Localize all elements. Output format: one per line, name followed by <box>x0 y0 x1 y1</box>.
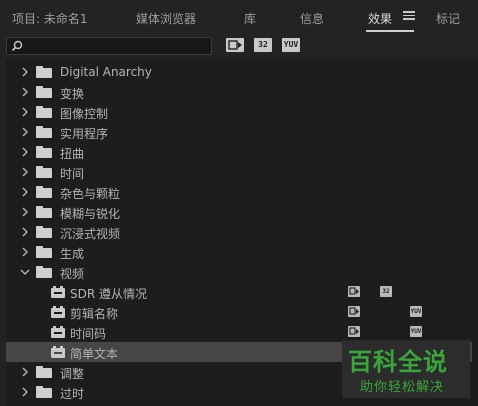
search-icon <box>11 40 23 52</box>
tree-folder-immersive-video[interactable]: 沉浸式视频 <box>6 222 478 242</box>
effect-icon <box>51 306 65 318</box>
yuv-effects-filter-icon[interactable]: YUV <box>282 38 300 52</box>
tab-media-browser[interactable]: 媒体浏览器 <box>136 10 196 27</box>
folder-label: 变换 <box>60 87 85 101</box>
folder-icon <box>36 146 52 158</box>
folder-label: 扭曲 <box>60 147 85 161</box>
folder-icon <box>36 186 52 198</box>
effect-icon <box>51 346 65 358</box>
folder-icon <box>36 66 52 78</box>
tree-folder-blur-sharpen[interactable]: 模糊与锐化 <box>6 202 478 222</box>
tab-effects[interactable]: 效果 <box>368 10 392 27</box>
tab-markers[interactable]: 标记 <box>436 10 460 27</box>
tree-effect-timecode[interactable]: 时间码 YUV <box>6 322 478 342</box>
chevron-right-icon[interactable] <box>20 107 30 117</box>
tree-folder-video[interactable]: 视频 <box>6 262 478 282</box>
chevron-right-icon[interactable] <box>20 207 30 217</box>
folder-label: 图像控制 <box>60 107 109 121</box>
tree-folder-image-control[interactable]: 图像控制 <box>6 102 478 122</box>
tree-folder-digital-anarchy[interactable]: Digital Anarchy <box>6 62 478 82</box>
yuv-badge-icon: YUV <box>410 326 422 337</box>
tab-libraries[interactable]: 库 <box>244 10 256 27</box>
chevron-right-icon[interactable] <box>20 227 30 237</box>
scrollbar[interactable] <box>472 60 478 406</box>
panel-menu-icon[interactable] <box>403 9 415 21</box>
watermark-subtitle: 助你轻松解决 <box>360 380 445 395</box>
32bit-effects-filter-icon[interactable]: 32 <box>254 38 272 52</box>
panel-tab-bar: 项目: 未命名1 媒体浏览器 库 信息 效果 标记 <box>0 0 478 34</box>
folder-label: 时间 <box>60 167 85 181</box>
tree-folder-transform[interactable]: 变换 <box>6 82 478 102</box>
tree-folder-generate[interactable]: 生成 <box>6 242 478 262</box>
tab-project[interactable]: 项目: 未命名1 <box>12 10 88 27</box>
active-tab-indicator <box>366 30 414 32</box>
32bit-badge-icon: 32 <box>380 286 392 297</box>
folder-label: 实用程序 <box>60 127 109 141</box>
accelerated-badge-icon <box>348 306 360 317</box>
chevron-right-icon[interactable] <box>20 67 30 77</box>
chevron-right-icon[interactable] <box>20 367 30 377</box>
tree-folder-distort[interactable]: 扭曲 <box>6 142 478 162</box>
folder-label: 杂色与颗粒 <box>60 187 121 201</box>
tree-effect-sdr-conform[interactable]: SDR 遵从情况 32 <box>6 282 478 302</box>
yuv-badge-icon: YUV <box>410 306 422 317</box>
tree-effect-clip-name[interactable]: 剪辑名称 YUV <box>6 302 478 322</box>
folder-icon <box>36 166 52 178</box>
folder-icon <box>36 86 52 98</box>
effect-label: 时间码 <box>70 327 107 341</box>
folder-icon <box>36 226 52 238</box>
chevron-right-icon[interactable] <box>20 187 30 197</box>
tab-info[interactable]: 信息 <box>300 10 324 27</box>
folder-label: 视频 <box>60 267 85 281</box>
search-input[interactable] <box>6 37 212 55</box>
folder-label: 调整 <box>60 367 85 381</box>
tree-folder-utility[interactable]: 实用程序 <box>6 122 478 142</box>
accelerated-effects-filter-icon[interactable] <box>226 38 244 52</box>
tree-folder-time[interactable]: 时间 <box>6 162 478 182</box>
accelerated-badge-icon <box>348 286 360 297</box>
accelerated-badge-icon <box>348 326 360 337</box>
tree-folder-noise-grain[interactable]: 杂色与颗粒 <box>6 182 478 202</box>
folder-icon <box>36 386 52 398</box>
chevron-down-icon[interactable] <box>20 267 30 277</box>
chevron-right-icon[interactable] <box>20 147 30 157</box>
effect-label: 剪辑名称 <box>70 307 119 321</box>
folder-label: 过时 <box>60 387 85 401</box>
folder-label: 模糊与锐化 <box>60 207 121 221</box>
folder-label: 生成 <box>60 247 85 261</box>
effect-icon <box>51 326 65 338</box>
watermark-title: 百科全说 <box>348 348 448 376</box>
chevron-right-icon[interactable] <box>20 127 30 137</box>
effect-label: SDR 遵从情况 <box>70 287 148 301</box>
folder-icon <box>36 366 52 378</box>
folder-icon <box>36 126 52 138</box>
folder-icon <box>36 246 52 258</box>
folder-label: 沉浸式视频 <box>60 227 121 241</box>
chevron-right-icon[interactable] <box>20 87 30 97</box>
folder-icon <box>36 106 52 118</box>
chevron-right-icon[interactable] <box>20 247 30 257</box>
chevron-right-icon[interactable] <box>20 167 30 177</box>
folder-icon <box>36 206 52 218</box>
watermark-logo: 百科全说 助你轻松解决 <box>342 340 470 398</box>
effect-label: 简单文本 <box>70 347 119 361</box>
folder-label: Digital Anarchy <box>60 65 152 79</box>
effect-icon <box>51 286 65 298</box>
folder-icon <box>36 266 52 278</box>
chevron-right-icon[interactable] <box>20 387 30 397</box>
